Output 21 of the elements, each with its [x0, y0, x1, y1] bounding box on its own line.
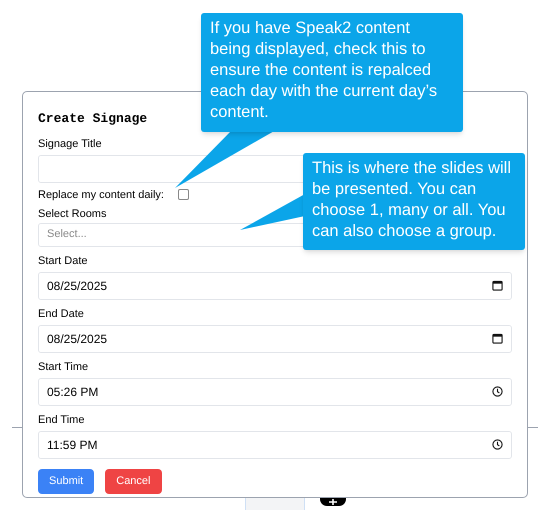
time-field[interactable]: 05:26 PM: [38, 378, 512, 406]
checkbox[interactable]: [178, 189, 189, 200]
calendar-icon[interactable]: [492, 280, 503, 291]
time-field[interactable]: 11:59 PM: [38, 430, 512, 458]
clock-icon[interactable]: [492, 439, 503, 450]
field-label: Start Time: [38, 360, 88, 374]
callout: This is where the slides will be presented. You can choose 1, many or all. You can also choose a group.: [303, 153, 525, 250]
clock-icon[interactable]: [492, 386, 503, 397]
checkbox-label: Replace my content daily:: [38, 188, 164, 202]
date-field[interactable]: 08/25/2025: [38, 324, 512, 352]
cancel-button[interactable]: Cancel: [105, 468, 162, 494]
date-field[interactable]: 08/25/2025: [38, 272, 512, 300]
field-label: Select Rooms: [38, 206, 106, 220]
field-label: End Time: [38, 412, 84, 426]
callout-pointer: [238, 192, 306, 232]
field-label: End Date: [38, 306, 84, 320]
submit-button[interactable]: Submit: [38, 468, 94, 494]
field-label: Start Date: [38, 254, 88, 268]
field-label: Signage Title: [38, 136, 102, 150]
dialog-title: Create Signage: [38, 110, 148, 128]
calendar-icon[interactable]: [492, 333, 503, 344]
